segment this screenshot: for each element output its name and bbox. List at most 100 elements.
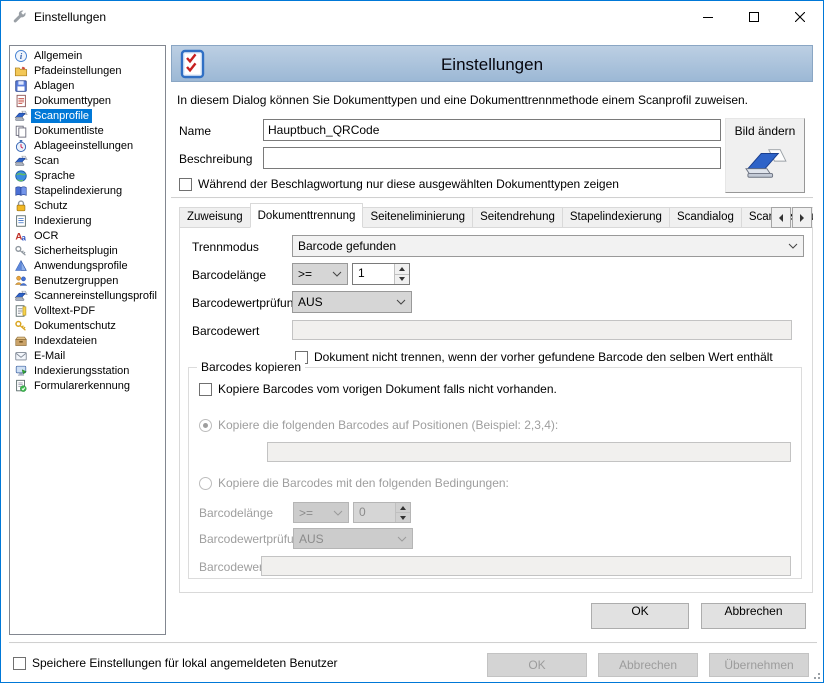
ok-button[interactable]: OK (591, 603, 689, 629)
scanner-icon (13, 108, 28, 123)
wrench-icon (10, 8, 27, 25)
positions-input-disabled (267, 442, 791, 462)
footer-separator (9, 642, 817, 644)
tab-scandialog[interactable]: Scandialog (669, 207, 742, 228)
tab-seitendrehung[interactable]: Seitendrehung (472, 207, 563, 228)
barcodelaenge-op-select[interactable]: >= (292, 263, 348, 285)
sidebar-item-sprache[interactable]: Sprache (11, 168, 165, 183)
barcodewert-label: Barcodewert (199, 560, 266, 574)
document-icon (13, 93, 28, 108)
copy-barcodes-checkbox[interactable]: Kopiere Barcodes vom vorigen Dokument fa… (199, 382, 557, 396)
sidebar-item-sicherheitsplugin[interactable]: Sicherheitsplugin (11, 243, 165, 258)
sidebar-item-pfadeinstellungen[interactable]: Pfadeinstellungen (11, 63, 165, 78)
sidebar-item-label: Indexierung (31, 214, 95, 228)
tab-scroll-right-button[interactable] (792, 207, 812, 228)
tab-scroll-arrows (771, 207, 813, 228)
barcodelaenge-spinner[interactable]: 1 (352, 263, 410, 285)
tab-scroll-left-button[interactable] (771, 207, 791, 228)
prism-icon (13, 258, 28, 273)
wertpruefung-select[interactable]: AUS (292, 291, 412, 313)
sidebar-item-ablageeinstellungen[interactable]: Ablageeinstellungen (11, 138, 165, 153)
sidebar-item-scanprofile[interactable]: Scanprofile (11, 108, 165, 123)
arrow-left-icon (775, 214, 783, 222)
barcodelaenge-op-value: >= (298, 267, 332, 281)
spin-up-button[interactable] (395, 264, 409, 274)
cancel-button[interactable]: Abbrechen (701, 603, 806, 629)
sidebar-item-label: Anwendungsprofile (31, 259, 131, 273)
trennmodus-select[interactable]: Barcode gefunden (292, 235, 804, 257)
sidebar-item-indexdateien[interactable]: Indexdateien (11, 333, 165, 348)
show-doctypes-checkbox[interactable]: Während der Beschlagwortung nur diese au… (179, 177, 619, 191)
no-split-checkbox[interactable]: Dokument nicht trennen, wenn der vorher … (295, 350, 773, 364)
footer-apply-button: Übernehmen (709, 653, 809, 677)
radio-button (199, 419, 212, 432)
tab-dokumenttrennung[interactable]: Dokumenttrennung (250, 203, 364, 228)
spin-down-button[interactable] (395, 274, 409, 285)
sidebar-item-anwendungsprofile[interactable]: Anwendungsprofile (11, 258, 165, 273)
barcodelaenge-op-select-disabled: >= (293, 502, 349, 523)
sidebar-item-benutzergruppen[interactable]: Benutzergruppen (11, 273, 165, 288)
checkbox-label: Speichere Einstellungen für lokal angeme… (32, 656, 338, 670)
separator (171, 197, 813, 199)
sidebar-item-dokumentliste[interactable]: Dokumentliste (11, 123, 165, 138)
tab-zuweisung[interactable]: Zuweisung (179, 207, 251, 228)
workstation-icon (13, 363, 28, 378)
sidebar-item-label: Benutzergruppen (31, 274, 121, 288)
sidebar-item-formularerkennung[interactable]: Formularerkennung (11, 378, 165, 393)
minimize-button[interactable] (685, 1, 731, 32)
sidebar-item-label: Stapelindexierung (31, 184, 125, 198)
footer-ok-button: OK (487, 653, 587, 677)
name-input[interactable] (263, 119, 721, 141)
checkbox-box (179, 178, 192, 191)
close-button[interactable] (777, 1, 823, 32)
sidebar-item-label: Ablagen (31, 79, 77, 93)
barcodelaenge-value: 1 (353, 264, 394, 284)
svg-text:a: a (21, 233, 26, 242)
save-disk-icon (13, 78, 28, 93)
wertpruefung-label: Barcodewertprüfung (192, 296, 300, 310)
barcodelaenge-op-value: >= (299, 506, 333, 520)
wertpruefung-value: AUS (299, 532, 397, 546)
tabstrip: ZuweisungDokumenttrennungSeiteneliminier… (179, 203, 813, 228)
sidebar-item-dokumentschutz[interactable]: Dokumentschutz (11, 318, 165, 333)
archive-box-icon (13, 333, 28, 348)
sidebar-item-ablagen[interactable]: Ablagen (11, 78, 165, 93)
sidebar-item-e-mail[interactable]: E-Mail (11, 348, 165, 363)
chevron-down-icon (332, 271, 342, 277)
sidebar-item-stapelindexierung[interactable]: Stapelindexierung (11, 183, 165, 198)
scanner-icon (13, 288, 28, 303)
sidebar-item-scan[interactable]: Scan (11, 153, 165, 168)
spin-up-button (396, 503, 410, 512)
wertpruefung-label: Barcodewertprüfung (199, 532, 307, 546)
barcodelaenge-label: Barcodelänge (192, 268, 266, 282)
maximize-button[interactable] (731, 1, 777, 32)
radio-label: Kopiere die folgenden Barcodes auf Posit… (218, 418, 558, 432)
sidebar-item-schutz[interactable]: Schutz (11, 198, 165, 213)
wertpruefung-select-disabled: AUS (293, 528, 413, 549)
description-input[interactable] (263, 147, 721, 169)
change-image-button[interactable]: Bild ändern (725, 118, 805, 193)
change-image-label: Bild ändern (726, 124, 804, 138)
main-panel: Einstellungen In diesem Dialog können Si… (171, 45, 813, 635)
chevron-down-icon (397, 536, 407, 542)
page-title: Einstellungen (172, 46, 812, 83)
sidebar-item-scannereinstellungsprofil[interactable]: Scannereinstellungsprofil (11, 288, 165, 303)
tab-stapelindexierung[interactable]: Stapelindexierung (562, 207, 670, 228)
copy-conditions-radio: Kopiere die Barcodes mit den folgenden B… (199, 476, 509, 490)
sidebar-item-dokumenttypen[interactable]: Dokumenttypen (11, 93, 165, 108)
sidebar-item-indexierung[interactable]: Indexierung (11, 213, 165, 228)
resize-grip[interactable] (810, 669, 820, 679)
spinner-buttons (394, 264, 409, 284)
sidebar-item-allgemein[interactable]: iAllgemein (11, 48, 165, 63)
info-icon: i (13, 48, 28, 63)
sidebar-item-label: Formularerkennung (31, 379, 133, 393)
sidebar-item-volltext-pdf[interactable]: Volltext-PDF (11, 303, 165, 318)
tab-seiteneliminierung[interactable]: Seiteneliminierung (362, 207, 473, 228)
sidebar-item-ocr[interactable]: AaOCR (11, 228, 165, 243)
radio-label: Kopiere die Barcodes mit den folgenden B… (218, 476, 509, 490)
save-local-checkbox[interactable]: Speichere Einstellungen für lokal angeme… (13, 656, 338, 670)
barcodes-kopieren-group: Barcodes kopieren Kopiere Barcodes vom v… (188, 367, 802, 579)
sidebar-item-indexierungsstation[interactable]: Indexierungsstation (11, 363, 165, 378)
sidebar-item-label: Allgemein (31, 49, 85, 63)
sidebar-item-label: Pfadeinstellungen (31, 64, 124, 78)
